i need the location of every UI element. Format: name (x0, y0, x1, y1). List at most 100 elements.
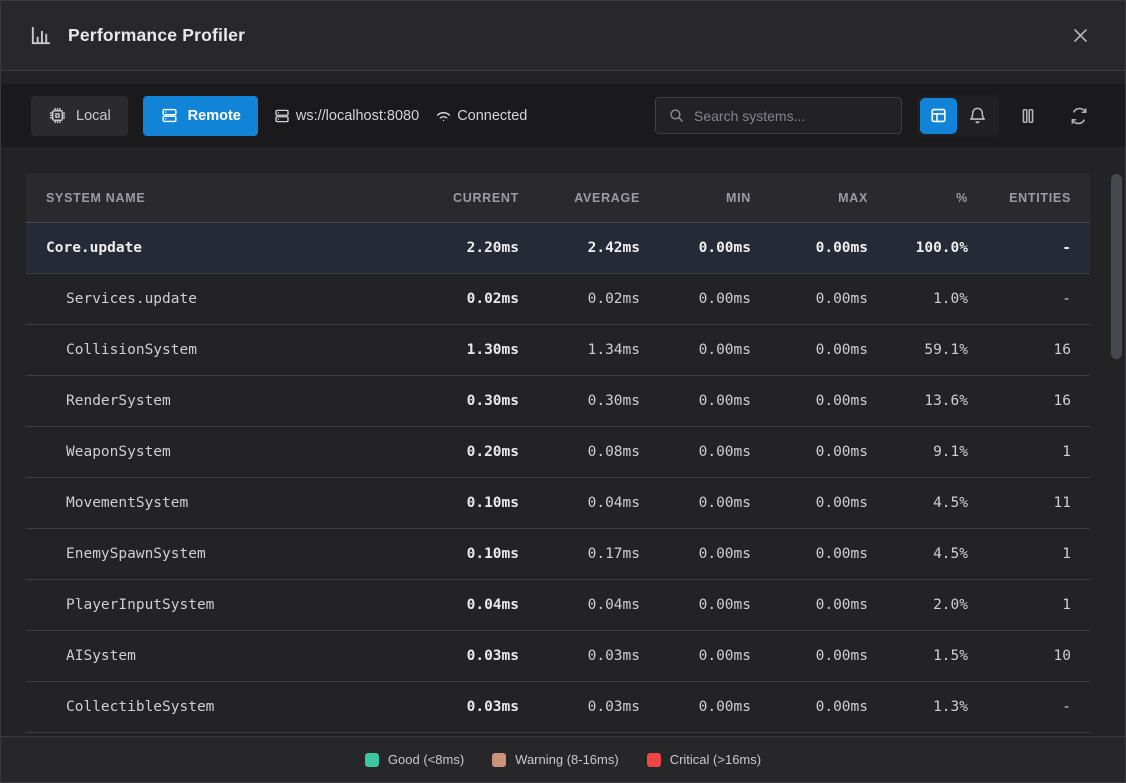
cell-entities: 1 (968, 597, 1071, 613)
cell-min: 0.00ms (640, 240, 751, 256)
server-icon (160, 106, 179, 125)
column-header-current[interactable]: CURRENT (404, 191, 519, 205)
cell-average: 2.42ms (519, 240, 640, 256)
cell-entities: 1 (968, 444, 1071, 460)
connection-status-label: Connected (457, 108, 527, 124)
local-mode-label: Local (76, 108, 111, 124)
cell-average: 0.02ms (519, 291, 640, 307)
warning-swatch (492, 753, 506, 767)
cell-min: 0.00ms (640, 342, 751, 358)
cell-name: MovementSystem (46, 495, 404, 511)
cell-min: 0.00ms (640, 291, 751, 307)
cell-current: 0.02ms (404, 291, 519, 307)
cell-average: 0.04ms (519, 597, 640, 613)
table-header-row: SYSTEM NAME CURRENT AVERAGE MIN MAX % EN… (26, 173, 1090, 223)
column-header-max[interactable]: MAX (751, 191, 868, 205)
cell-max: 0.00ms (751, 291, 868, 307)
cell-entities: - (968, 699, 1071, 715)
column-header-system-name[interactable]: SYSTEM NAME (46, 191, 404, 205)
cell-min: 0.00ms (640, 597, 751, 613)
cell-entities: 16 (968, 393, 1071, 409)
cell-current: 0.04ms (404, 597, 519, 613)
cell-current: 0.03ms (404, 648, 519, 664)
column-header-min[interactable]: MIN (640, 191, 751, 205)
table-row[interactable]: CollisionSystem1.30ms1.34ms0.00ms0.00ms5… (26, 325, 1090, 376)
close-icon (1071, 26, 1090, 45)
toolbar-right (655, 95, 1093, 137)
view-toggle-group (917, 95, 999, 137)
cell-average: 1.34ms (519, 342, 640, 358)
cell-percent: 1.3% (868, 699, 968, 715)
column-header-entities[interactable]: ENTITIES (968, 191, 1071, 205)
cell-name: CollisionSystem (46, 342, 404, 358)
cell-current: 0.30ms (404, 393, 519, 409)
critical-swatch (647, 753, 661, 767)
cell-current: 0.10ms (404, 546, 519, 562)
cell-current: 0.03ms (404, 699, 519, 715)
cell-name: CollectibleSystem (46, 699, 404, 715)
cell-percent: 9.1% (868, 444, 968, 460)
title-bar: Performance Profiler (1, 1, 1125, 71)
cell-max: 0.00ms (751, 546, 868, 562)
legend-label-warning: Warning (8-16ms) (515, 752, 619, 767)
server-icon (273, 107, 291, 125)
cell-max: 0.00ms (751, 393, 868, 409)
search-input[interactable] (694, 108, 889, 124)
cell-percent: 1.5% (868, 648, 968, 664)
cell-entities: 16 (968, 342, 1071, 358)
table-row[interactable]: WeaponSystem0.20ms0.08ms0.00ms0.00ms9.1%… (26, 427, 1090, 478)
legend-item-critical: Critical (>16ms) (647, 752, 761, 767)
table-row[interactable]: MovementSystem0.10ms0.04ms0.00ms0.00ms4.… (26, 478, 1090, 529)
cell-max: 0.00ms (751, 699, 868, 715)
search-box (655, 97, 902, 134)
cell-current: 0.20ms (404, 444, 519, 460)
table-row[interactable]: CollectibleSystem0.03ms0.03ms0.00ms0.00m… (26, 682, 1090, 733)
cell-max: 0.00ms (751, 648, 868, 664)
table-row[interactable]: Core.update2.20ms2.42ms0.00ms0.00ms100.0… (26, 223, 1090, 274)
bar-chart-icon (29, 24, 52, 47)
cell-current: 2.20ms (404, 240, 519, 256)
cell-percent: 59.1% (868, 342, 968, 358)
cell-average: 0.30ms (519, 393, 640, 409)
cell-name: Services.update (46, 291, 404, 307)
cell-min: 0.00ms (640, 699, 751, 715)
cell-average: 0.03ms (519, 699, 640, 715)
remote-mode-button[interactable]: Remote (143, 96, 258, 136)
connection-status: Connected (434, 106, 527, 125)
cell-percent: 100.0% (868, 240, 968, 256)
cell-average: 0.04ms (519, 495, 640, 511)
cell-average: 0.03ms (519, 648, 640, 664)
cell-min: 0.00ms (640, 495, 751, 511)
performance-profiler-window: Performance Profiler Local (0, 0, 1126, 783)
cell-entities: - (968, 291, 1071, 307)
cell-average: 0.17ms (519, 546, 640, 562)
table-row[interactable]: PlayerInputSystem0.04ms0.04ms0.00ms0.00m… (26, 580, 1090, 631)
cell-name: RenderSystem (46, 393, 404, 409)
table-row[interactable]: Services.update0.02ms0.02ms0.00ms0.00ms1… (26, 274, 1090, 325)
table-row[interactable]: AISystem0.03ms0.03ms0.00ms0.00ms1.5%10 (26, 631, 1090, 682)
cell-entities: 11 (968, 495, 1071, 511)
table-layout-icon (929, 106, 948, 125)
good-swatch (365, 753, 379, 767)
cell-name: AISystem (46, 648, 404, 664)
cell-min: 0.00ms (640, 648, 751, 664)
refresh-button[interactable] (1065, 102, 1093, 130)
wifi-icon (434, 106, 453, 125)
vertical-scrollbar-thumb[interactable] (1111, 174, 1122, 359)
column-header-average[interactable]: AVERAGE (519, 191, 640, 205)
alerts-button[interactable] (959, 98, 996, 134)
local-mode-button[interactable]: Local (31, 96, 128, 136)
table-row[interactable]: RenderSystem0.30ms0.30ms0.00ms0.00ms13.6… (26, 376, 1090, 427)
legend-item-good: Good (<8ms) (365, 752, 464, 767)
cell-max: 0.00ms (751, 444, 868, 460)
cell-entities: - (968, 240, 1071, 256)
table-view-button[interactable] (920, 98, 957, 134)
pause-button[interactable] (1014, 102, 1042, 130)
cell-max: 0.00ms (751, 495, 868, 511)
cell-percent: 1.0% (868, 291, 968, 307)
cell-average: 0.08ms (519, 444, 640, 460)
table-row[interactable]: EnemySpawnSystem0.10ms0.17ms0.00ms0.00ms… (26, 529, 1090, 580)
column-header-percent[interactable]: % (868, 191, 968, 205)
remote-mode-label: Remote (188, 108, 241, 124)
close-button[interactable] (1065, 21, 1095, 51)
